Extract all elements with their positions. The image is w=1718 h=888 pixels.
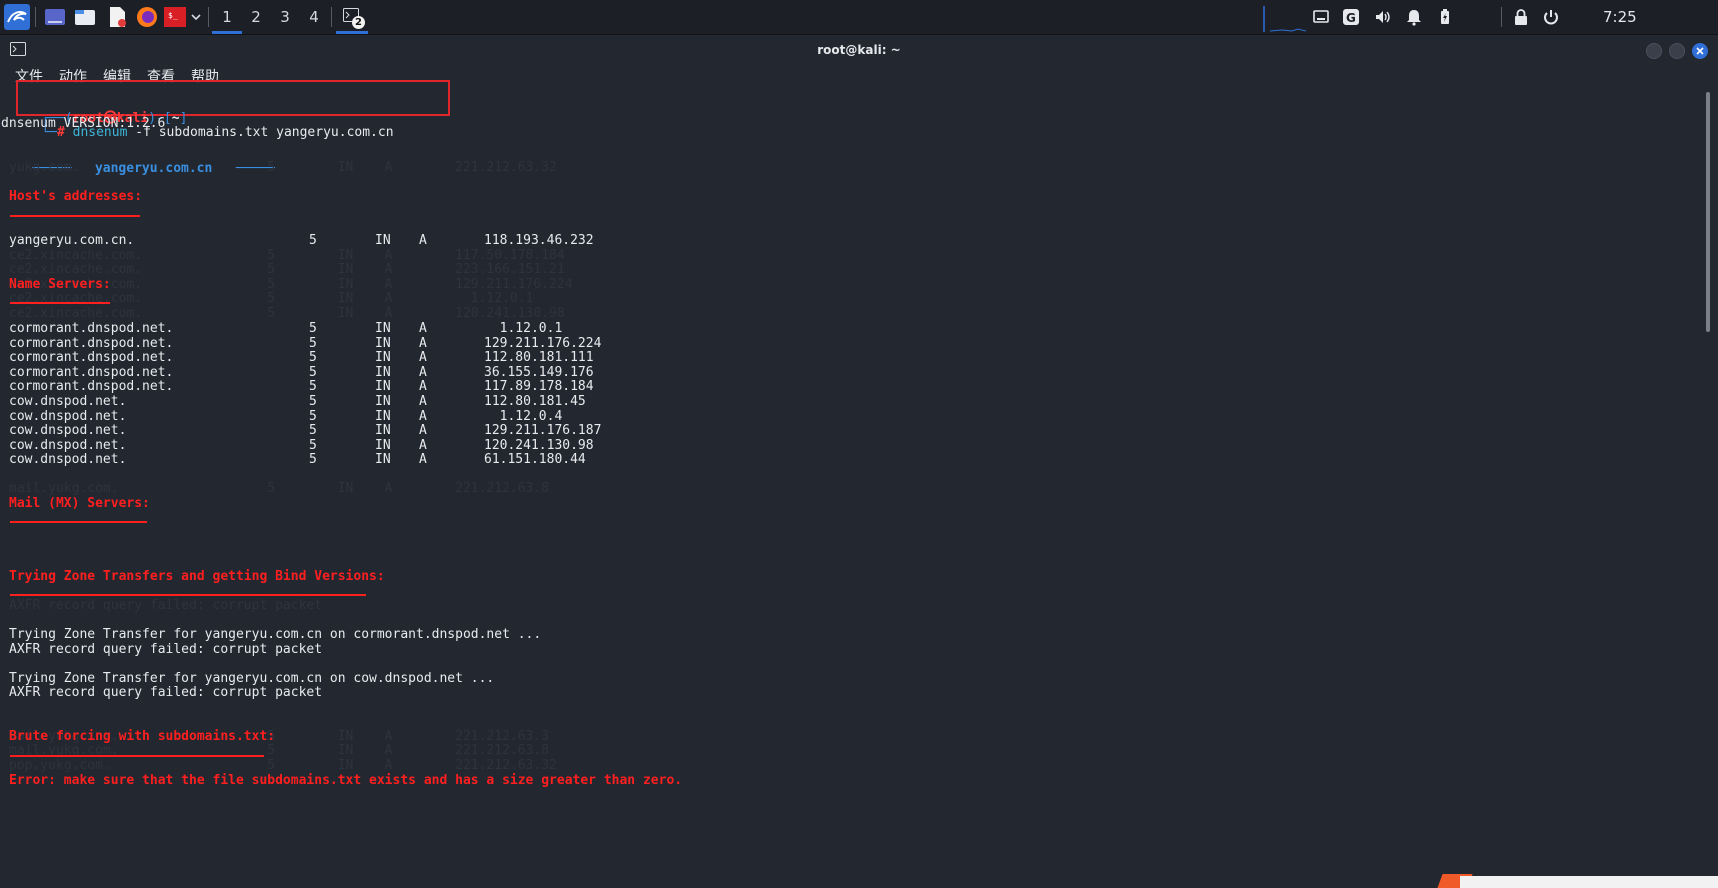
workspace-1[interactable]: 1 [212, 0, 242, 34]
battery-icon[interactable] [1436, 8, 1454, 26]
notification-bell-icon[interactable] [1405, 8, 1423, 26]
window-count-badge: 2 [352, 16, 365, 29]
terminal-scrollbar[interactable] [1706, 92, 1710, 332]
svg-text:G: G [1346, 11, 1356, 25]
terminal-output[interactable]: ┌──(root㉿kali)-[~] └─# dnsenum -f subdom… [1, 89, 1700, 885]
firefox-icon[interactable] [136, 6, 158, 28]
command-args: -f subdomains.txt yangeryu.com.cn [135, 125, 394, 140]
window-title: root@kali: ~ [817, 43, 901, 57]
logout-icon[interactable] [1542, 8, 1560, 26]
kali-menu-icon[interactable] [4, 4, 30, 30]
text-editor-icon[interactable] [106, 6, 128, 28]
corner-overlay [1460, 876, 1718, 888]
taskbar: $_ 1 2 3 4 2 G 7:25 [0, 0, 1718, 35]
google-g-icon[interactable]: G [1342, 8, 1360, 26]
display-icon[interactable] [1312, 8, 1330, 26]
workspace-2[interactable]: 2 [241, 0, 271, 34]
minimize-button[interactable] [1646, 43, 1662, 59]
lock-icon[interactable] [1512, 8, 1530, 26]
workspace-3[interactable]: 3 [270, 0, 300, 34]
chevron-down-icon[interactable] [190, 6, 202, 28]
workspace-4[interactable]: 4 [299, 0, 329, 34]
terminal-launcher-icon[interactable]: $_ [164, 6, 186, 28]
svg-text:$_: $_ [168, 11, 178, 20]
domain-banner: ───── yangeryu.com.cn ───── [32, 161, 275, 176]
clock[interactable]: 7:25 [1603, 0, 1637, 34]
file-manager-icon[interactable] [74, 6, 96, 28]
version-line: dnsenum VERSION:1.2.6 [1, 116, 166, 131]
terminal-task-button[interactable]: 2 [336, 0, 368, 34]
files-icon[interactable] [44, 6, 66, 28]
close-icon [1696, 47, 1704, 55]
window-titlebar[interactable]: root@kali: ~ [0, 35, 1718, 65]
close-button[interactable] [1692, 43, 1708, 59]
maximize-button[interactable] [1669, 43, 1685, 59]
network-monitor-graph [1263, 6, 1306, 32]
volume-icon[interactable] [1374, 8, 1392, 26]
